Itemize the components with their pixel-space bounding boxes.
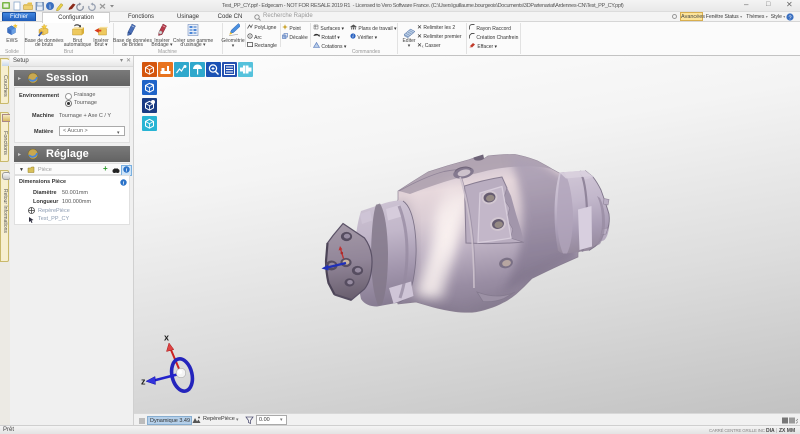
svg-text:z: z [141, 377, 146, 387]
svg-text:i: i [49, 3, 51, 10]
svg-text:x: x [164, 333, 169, 343]
svg-text:?: ? [788, 15, 791, 21]
